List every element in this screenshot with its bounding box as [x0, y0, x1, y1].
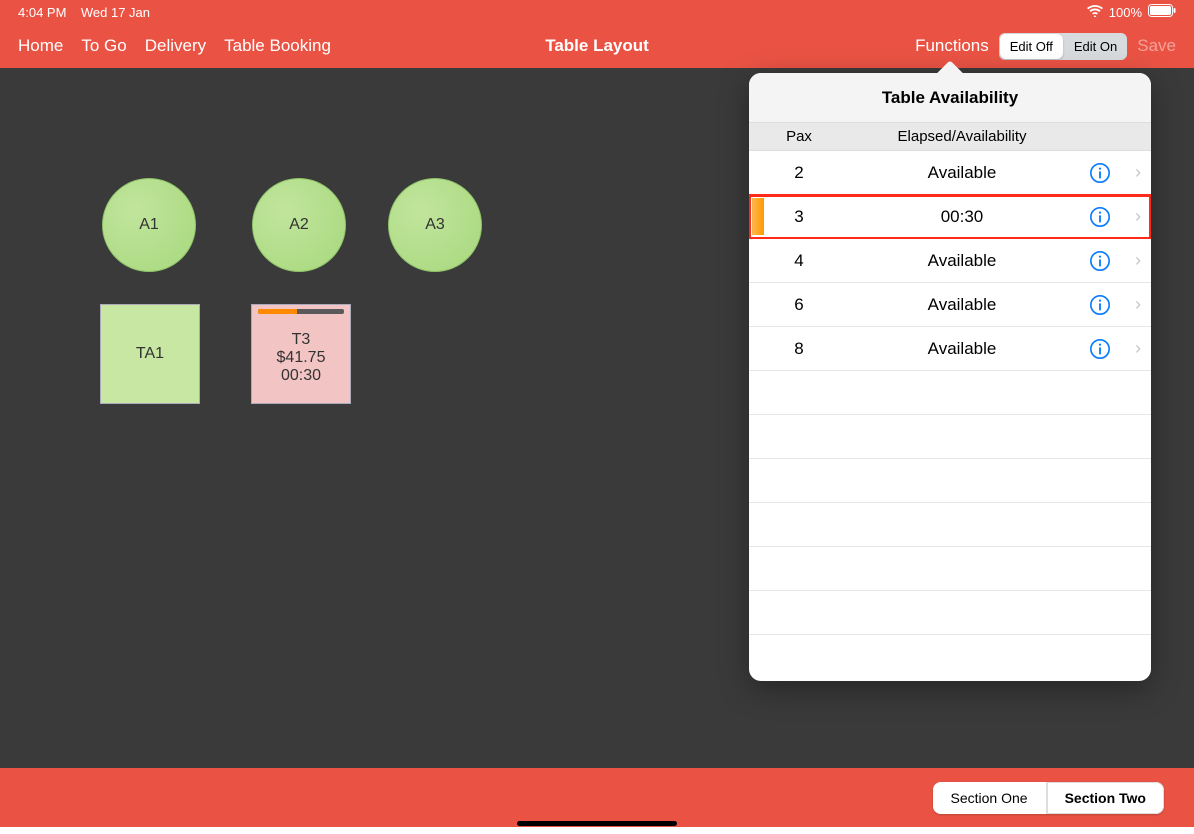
chevron-right-icon: ›	[1125, 250, 1151, 271]
home-indicator	[517, 821, 677, 826]
row-pax: 8	[749, 339, 849, 359]
chevron-right-icon: ›	[1125, 294, 1151, 315]
edit-on-button[interactable]: Edit On	[1064, 33, 1127, 60]
row-pax: 2	[749, 163, 849, 183]
availability-row[interactable]: 4Available ›	[749, 239, 1151, 283]
row-value: Available	[849, 295, 1075, 315]
row-value: Available	[849, 163, 1075, 183]
row-pax: 3	[749, 207, 849, 227]
edit-off-button[interactable]: Edit Off	[1000, 34, 1063, 59]
section-one-button[interactable]: Section One	[933, 782, 1046, 814]
chevron-right-icon: ›	[1125, 338, 1151, 359]
info-icon[interactable]	[1075, 206, 1125, 228]
empty-row	[749, 415, 1151, 459]
page-title: Table Layout	[545, 36, 649, 56]
row-pax: 4	[749, 251, 849, 271]
availability-row[interactable]: 8Available ›	[749, 327, 1151, 371]
nav-togo[interactable]: To Go	[81, 36, 126, 56]
availability-row[interactable]: 2Available ›	[749, 151, 1151, 195]
status-time: 4:04 PM	[18, 5, 66, 20]
nav-booking[interactable]: Table Booking	[224, 36, 331, 56]
empty-row	[749, 503, 1151, 547]
nav-functions[interactable]: Functions	[915, 36, 989, 56]
popover-rows: 2Available›300:30›4Available›6Available›…	[749, 151, 1151, 671]
status-bar: 4:04 PM Wed 17 Jan 100%	[0, 0, 1194, 24]
availability-row[interactable]: 300:30 ›	[749, 195, 1151, 239]
table-label: T3	[292, 331, 311, 349]
table-label: A2	[289, 216, 309, 234]
table-a3[interactable]: A3	[388, 178, 482, 272]
col-pax: Pax	[749, 128, 849, 145]
battery-icon	[1148, 4, 1176, 20]
table-a2[interactable]: A2	[252, 178, 346, 272]
status-left: 4:04 PM Wed 17 Jan	[18, 5, 150, 20]
empty-row	[749, 371, 1151, 415]
nav-home[interactable]: Home	[18, 36, 63, 56]
chevron-right-icon: ›	[1125, 162, 1151, 183]
table-t3[interactable]: T3 $41.75 00:30	[251, 304, 351, 404]
col-elapsed: Elapsed/Availability	[849, 128, 1075, 145]
info-icon[interactable]	[1075, 162, 1125, 184]
row-pax: 6	[749, 295, 849, 315]
nav-right: Functions Edit Off Edit On Save	[915, 33, 1176, 60]
bottom-bar: Section One Section Two	[0, 768, 1194, 827]
battery-percent: 100%	[1109, 5, 1142, 20]
table-amount: $41.75	[277, 349, 326, 367]
info-icon[interactable]	[1075, 294, 1125, 316]
empty-row	[749, 459, 1151, 503]
nav-bar: Home To Go Delivery Table Booking Table …	[0, 24, 1194, 68]
availability-row[interactable]: 6Available ›	[749, 283, 1151, 327]
table-ta1[interactable]: TA1	[100, 304, 200, 404]
info-icon[interactable]	[1075, 338, 1125, 360]
empty-row	[749, 635, 1151, 671]
table-label: TA1	[136, 345, 164, 363]
section-two-button[interactable]: Section Two	[1047, 782, 1164, 814]
popover-columns: Pax Elapsed/Availability	[749, 123, 1151, 151]
wifi-icon	[1087, 5, 1103, 20]
status-right: 100%	[1087, 4, 1176, 20]
row-value: Available	[849, 251, 1075, 271]
status-date: Wed 17 Jan	[81, 5, 150, 20]
empty-row	[749, 547, 1151, 591]
table-a1[interactable]: A1	[102, 178, 196, 272]
row-value: 00:30	[849, 207, 1075, 227]
edit-toggle[interactable]: Edit Off Edit On	[999, 33, 1127, 60]
table-label: A3	[425, 216, 445, 234]
row-value: Available	[849, 339, 1075, 359]
info-icon[interactable]	[1075, 250, 1125, 272]
save-button[interactable]: Save	[1137, 36, 1176, 56]
chevron-right-icon: ›	[1125, 206, 1151, 227]
table-label: A1	[139, 216, 159, 234]
nav-left: Home To Go Delivery Table Booking	[18, 36, 331, 56]
nav-delivery[interactable]: Delivery	[145, 36, 206, 56]
bezel	[0, 827, 1194, 834]
table-elapsed: 00:30	[281, 367, 321, 385]
progress-bar	[258, 309, 344, 314]
availability-popover: Table Availability Pax Elapsed/Availabil…	[749, 73, 1151, 681]
empty-row	[749, 591, 1151, 635]
section-segment[interactable]: Section One Section Two	[933, 782, 1164, 814]
